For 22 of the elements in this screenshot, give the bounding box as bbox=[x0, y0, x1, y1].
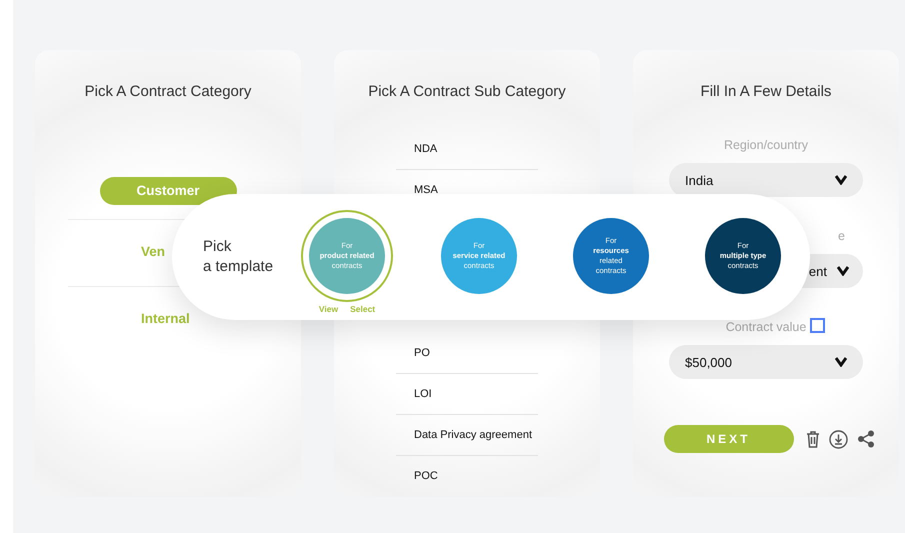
square-icon bbox=[810, 318, 825, 333]
subcategory-item[interactable]: POC bbox=[396, 469, 538, 483]
subcategory-item[interactable]: LOI bbox=[396, 387, 538, 401]
panel-title: Pick a template bbox=[203, 237, 274, 277]
field-label: e bbox=[838, 229, 845, 245]
subcategory-item[interactable]: PO bbox=[396, 346, 538, 360]
field-label: Contract value bbox=[726, 320, 806, 336]
card-title: Fill In A Few Details bbox=[700, 83, 832, 100]
dropdown-field[interactable]: India bbox=[669, 163, 863, 197]
chevron-down-icon[interactable] bbox=[837, 266, 849, 276]
subcategory-item[interactable]: NDA bbox=[396, 142, 538, 156]
field-label: Region/country bbox=[724, 138, 808, 154]
share-icon[interactable] bbox=[856, 430, 874, 448]
trash-icon[interactable] bbox=[806, 430, 820, 448]
card-title: Pick A Contract Category bbox=[84, 83, 252, 100]
card-title: Pick A Contract Sub Category bbox=[368, 83, 566, 100]
download-icon[interactable] bbox=[828, 430, 848, 448]
chevron-down-icon[interactable] bbox=[835, 175, 847, 185]
dropdown-field[interactable]: $50,000 bbox=[669, 345, 863, 379]
subcategory-item[interactable]: MSA bbox=[396, 183, 538, 197]
chevron-down-icon[interactable] bbox=[835, 357, 847, 367]
subcategory-item[interactable]: Data Privacy agreement bbox=[396, 428, 538, 442]
